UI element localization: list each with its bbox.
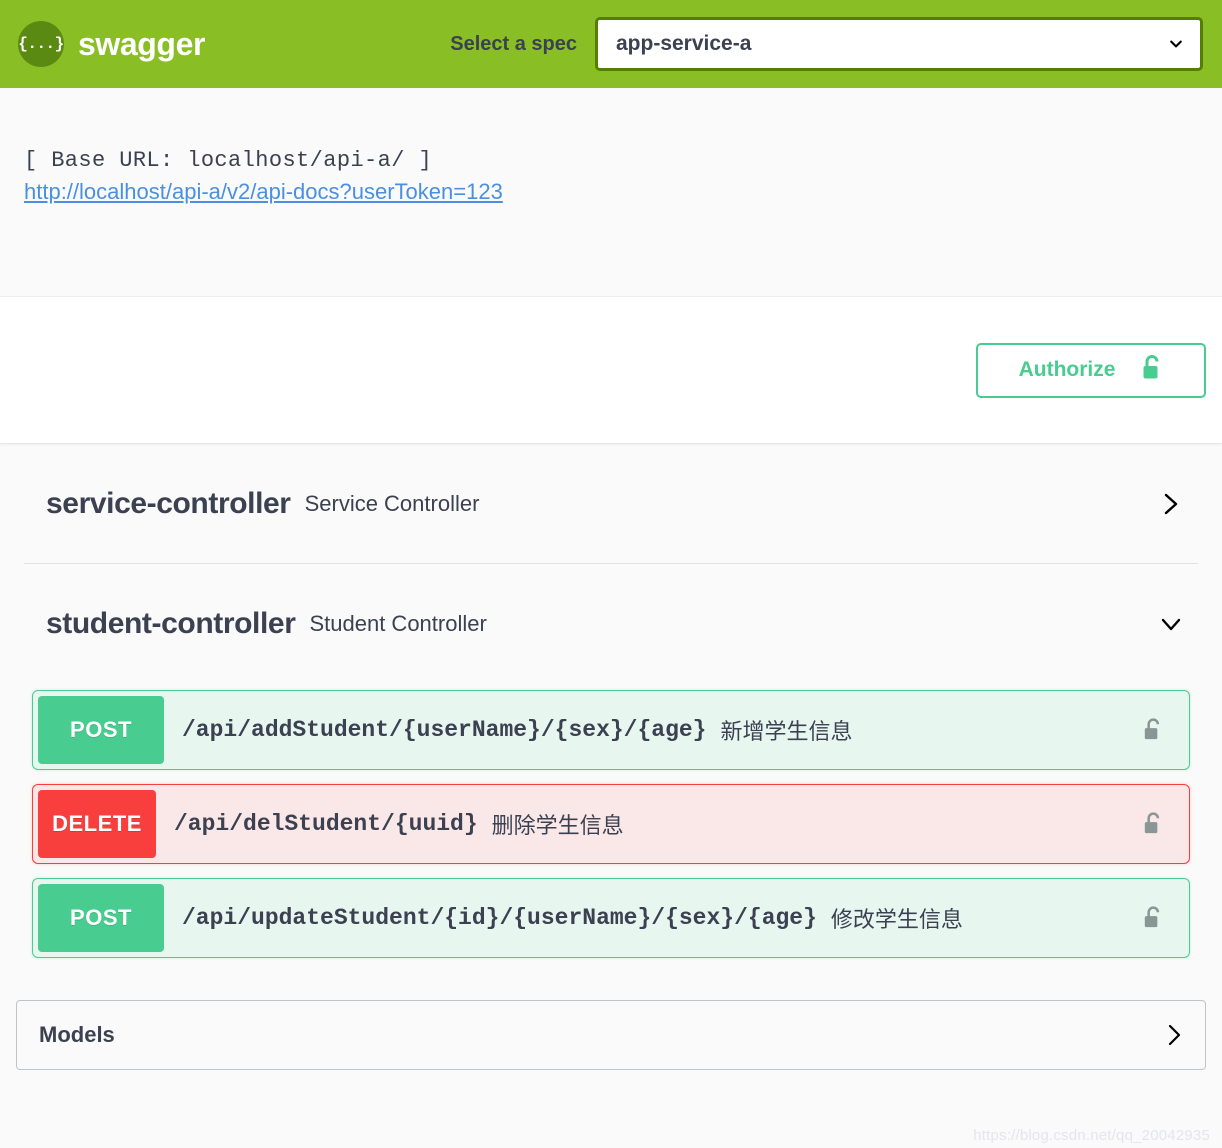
tag-sections: service-controller Service Controller st… (0, 444, 1222, 958)
tag-header-student-controller[interactable]: student-controller Student Controller (24, 564, 1198, 684)
operation-path: /api/delStudent/{uuid} (174, 811, 478, 837)
chevron-right-icon[interactable] (1158, 491, 1184, 517)
authorize-button-label: Authorize (1018, 358, 1116, 381)
models-title: Models (39, 1022, 115, 1047)
swagger-logo[interactable]: {...} swagger (18, 21, 205, 67)
topbar: {...} swagger Select a spec app-service-… (0, 0, 1222, 88)
chevron-down-icon (1168, 36, 1184, 52)
operation-summary: 新增学生信息 (720, 719, 853, 744)
tag-name: service-controller (46, 486, 291, 520)
http-method-badge: POST (38, 884, 164, 952)
http-method-badge: POST (38, 696, 164, 764)
unlock-icon[interactable] (1142, 811, 1184, 837)
base-url-text: [ Base URL: localhost/api-a/ ] (24, 148, 433, 173)
models-header[interactable]: Models (16, 1000, 1206, 1070)
watermark: https://blog.csdn.net/qq_20042935 (973, 1127, 1210, 1144)
authorize-button[interactable]: Authorize (976, 342, 1206, 398)
spec-selector-group: Select a spec app-service-a (205, 17, 1204, 71)
api-docs-link[interactable]: http://localhost/api-a/v2/api-docs?userT… (24, 179, 503, 205)
scheme-container: Authorize (0, 296, 1222, 444)
unlock-icon (1141, 354, 1163, 386)
operation-path: /api/updateStudent/{id}/{userName}/{sex}… (182, 905, 817, 931)
unlock-icon[interactable] (1142, 905, 1184, 931)
unlock-icon[interactable] (1142, 717, 1184, 743)
models-section: Models (0, 972, 1222, 1070)
tag-block-student-controller: student-controller Student Controller PO… (16, 564, 1206, 958)
swagger-logo-text: swagger (78, 25, 206, 62)
chevron-down-icon[interactable] (1158, 611, 1184, 637)
tag-name: student-controller (46, 607, 296, 640)
operation-summary: 删除学生信息 (491, 813, 624, 838)
tag-block-service-controller: service-controller Service Controller (16, 444, 1206, 564)
operation-summary: 修改学生信息 (830, 907, 963, 932)
tag-description: Student Controller (309, 611, 487, 636)
api-info: [ Base URL: localhost/api-a/ ] http://lo… (0, 88, 1222, 296)
spec-select[interactable]: app-service-a (595, 17, 1203, 71)
swagger-braces-icon: {...} (18, 21, 64, 67)
operation-row[interactable]: POST /api/addStudent/{userName}/{sex}/{a… (32, 690, 1190, 770)
http-method-badge: DELETE (38, 790, 156, 858)
operation-row[interactable]: DELETE /api/delStudent/{uuid} 删除学生信息 (32, 784, 1190, 864)
tag-header-service-controller[interactable]: service-controller Service Controller (24, 444, 1198, 564)
chevron-right-icon[interactable] (1161, 1022, 1187, 1048)
tag-description: Service Controller (304, 490, 480, 516)
operations-list: POST /api/addStudent/{userName}/{sex}/{a… (24, 684, 1198, 958)
operation-path: /api/addStudent/{userName}/{sex}/{age} (182, 717, 707, 743)
select-a-spec-label: Select a spec (450, 32, 577, 55)
operation-row[interactable]: POST /api/updateStudent/{id}/{userName}/… (32, 878, 1190, 958)
spec-select-value: app-service-a (616, 32, 752, 55)
